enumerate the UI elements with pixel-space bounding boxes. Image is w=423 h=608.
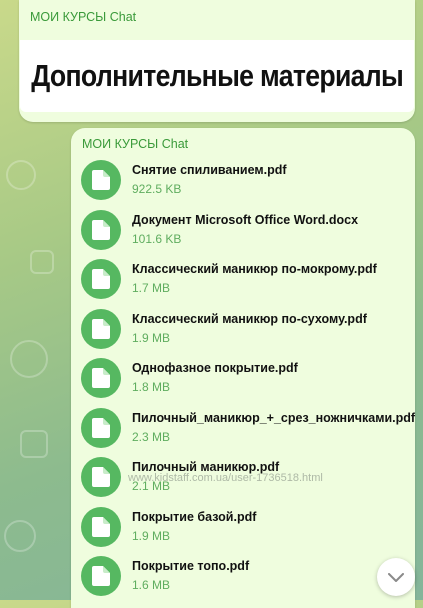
file-item[interactable]: Классический маникюр по-сухому.pdf 1.9 M… xyxy=(81,308,411,359)
file-size: 1.8 MB xyxy=(132,380,171,394)
file-list-message-bubble: МОИ КУРСЫ Chat Снятие спиливанием.pdf 92… xyxy=(71,128,415,608)
file-size: 1.9 MB xyxy=(132,330,171,345)
file-name: Покрытие базой.pdf xyxy=(132,509,257,524)
file-name: Классический маникюр по-мокрому.pdf xyxy=(132,262,377,276)
file-icon[interactable] xyxy=(81,160,121,200)
background-doodle xyxy=(10,340,48,378)
chevron-down-icon xyxy=(388,568,404,587)
file-size: 1.6 MB xyxy=(132,578,171,592)
file-icon[interactable] xyxy=(81,358,121,398)
file-item[interactable]: Покрытие топо.pdf 1.6 MB xyxy=(81,556,411,606)
file-item[interactable]: Пилочный_маникюр_+_срез_ножничками.pdf 2… xyxy=(81,407,415,458)
file-name: Классический маникюр по-сухому.pdf xyxy=(132,311,367,326)
background-doodle xyxy=(20,430,48,458)
file-icon[interactable] xyxy=(81,308,121,349)
file-icon[interactable] xyxy=(81,259,121,299)
background-doodle xyxy=(30,250,54,274)
file-size: 1.9 MB xyxy=(132,528,171,543)
message-sender[interactable]: МОИ КУРСЫ Chat xyxy=(82,137,188,151)
file-item[interactable]: Классический маникюр по-мокрому.pdf 1.7 … xyxy=(81,259,411,309)
file-size: 2.3 MB xyxy=(132,429,171,444)
file-icon[interactable] xyxy=(81,556,121,596)
watermark-text: www.kidstaff.com.ua/user-1736518.html xyxy=(128,472,323,484)
file-list: Снятие спиливанием.pdf 922.5 KB Документ… xyxy=(81,160,415,606)
file-item[interactable]: Покрытие базой.pdf 1.9 MB xyxy=(81,506,411,557)
message-sender[interactable]: МОИ КУРСЫ Chat xyxy=(30,10,136,24)
banner-title: Дополнительные материалы xyxy=(31,58,404,93)
file-icon[interactable] xyxy=(81,209,121,250)
file-icon[interactable] xyxy=(81,457,121,497)
scroll-down-button[interactable] xyxy=(377,558,415,596)
file-name: Покрытие топо.pdf xyxy=(132,559,250,573)
file-item[interactable]: Документ Microsoft Office Word.docx 101.… xyxy=(81,209,411,260)
file-icon[interactable] xyxy=(81,407,121,448)
file-size: 101.6 KB xyxy=(132,231,182,246)
file-size: 922.5 KB xyxy=(132,182,182,196)
file-name: Пилочный_маникюр_+_срез_ножничками.pdf xyxy=(132,410,416,425)
file-name: Снятие спиливанием.pdf xyxy=(132,163,287,177)
top-message-bubble: МОИ КУРСЫ Chat Дополнительные материалы xyxy=(19,0,415,122)
file-size: 1.7 MB xyxy=(132,281,171,295)
background-doodle xyxy=(6,160,36,190)
banner-image[interactable]: Дополнительные материалы xyxy=(20,40,414,112)
background-doodle xyxy=(4,520,36,552)
file-icon[interactable] xyxy=(81,506,121,547)
file-name: Документ Microsoft Office Word.docx xyxy=(132,212,359,227)
file-item[interactable]: Снятие спиливанием.pdf 922.5 KB xyxy=(81,160,411,210)
file-name: Однофазное покрытие.pdf xyxy=(132,361,298,375)
file-item[interactable]: Однофазное покрытие.pdf 1.8 MB xyxy=(81,358,411,408)
